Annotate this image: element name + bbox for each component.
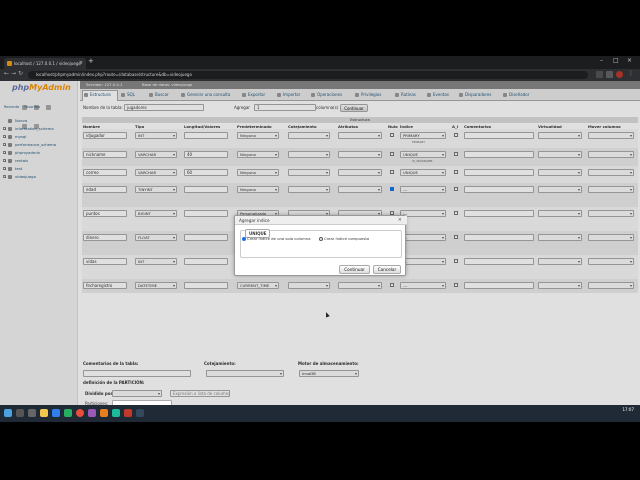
chrome-icon[interactable] (76, 409, 84, 417)
close-dialog-icon[interactable]: × (398, 216, 402, 225)
single-column-label[interactable]: Crear índice de una sola columna (247, 236, 311, 241)
clock: 17:07 (622, 407, 634, 412)
app-icon[interactable] (112, 409, 120, 417)
file-explorer-icon[interactable] (40, 409, 48, 417)
composite-index-label[interactable]: Crear índice compuesto (324, 236, 369, 241)
screen: localhost / 127.0.0.1 / videojuego × + –… (0, 56, 640, 422)
start-icon[interactable] (4, 409, 12, 417)
add-index-dialog: Agregar índice × UNIQUE Crear índice de … (234, 215, 407, 276)
app-icon[interactable] (88, 409, 96, 417)
single-column-radio[interactable] (242, 237, 246, 241)
composite-index-radio[interactable] (319, 237, 323, 241)
edge-icon[interactable] (52, 409, 60, 417)
search-icon[interactable] (16, 409, 24, 417)
dialog-cancel-button[interactable]: Cancelar (373, 265, 401, 274)
store-icon[interactable] (64, 409, 72, 417)
index-options-fieldset: UNIQUE (240, 229, 402, 258)
dialog-continue-button[interactable]: Continuar (339, 265, 370, 274)
app-icon[interactable] (136, 409, 144, 417)
task-view-icon[interactable] (28, 409, 36, 417)
taskbar: 17:07 (0, 405, 640, 422)
dialog-title: Agregar índice (235, 216, 407, 225)
app-icon[interactable] (100, 409, 108, 417)
app-icon[interactable] (124, 409, 132, 417)
